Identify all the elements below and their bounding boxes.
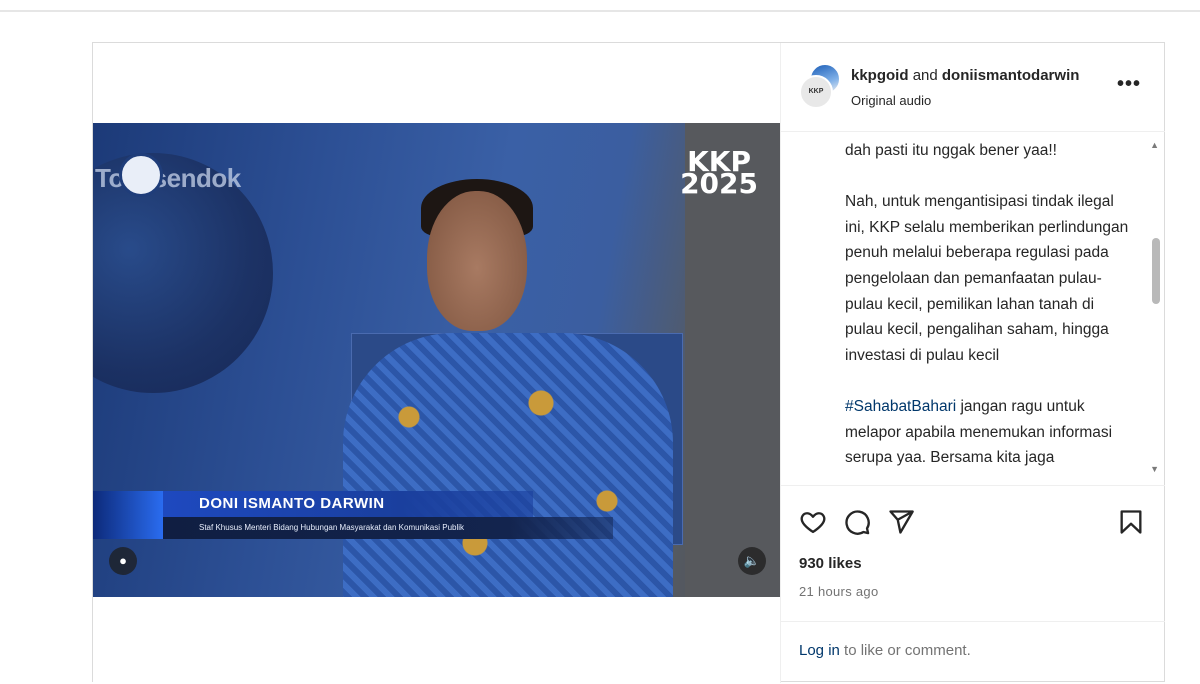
caption-paragraph-2: Nah, untuk mengantisipasi tindak ilegal … [845,193,1129,364]
post-sidebar: KKP kkpgoid and doniismantodarwin Origin… [780,43,1165,683]
login-text: Log in to like or comment. [799,642,971,659]
login-link[interactable]: Log in [799,642,840,659]
person-icon: ● [119,553,127,568]
post-timestamp[interactable]: 21 hours ago [799,584,879,599]
likes-count[interactable]: 930 likes [799,555,862,572]
caption-paragraph-3: #SahabatBahari jangan ragu untuk melapor… [845,397,1113,467]
caption-scrollbar-thumb[interactable] [1152,238,1160,304]
save-button[interactable] [1117,508,1145,536]
video-player[interactable]: Tol gsendok KKP 2025 DONI ISMANTO DARWIN… [93,123,780,597]
tagged-users-button[interactable]: ● [109,547,137,575]
speaker-head [427,191,527,331]
media-panel: Tol gsendok KKP 2025 DONI ISMANTO DARWIN… [93,43,780,683]
like-button[interactable] [799,508,827,536]
author-link-doniismantodarwin[interactable]: doniismantodarwin [942,67,1080,84]
instagram-post: Tol gsendok KKP 2025 DONI ISMANTO DARWIN… [92,42,1165,683]
lower-third-accent [93,491,163,539]
bookmark-icon [1120,510,1142,534]
share-button[interactable] [887,508,915,536]
caption-line-top: dah pasti itu nggak bener yaa!! [845,142,1057,159]
authors-connector: and [912,67,938,84]
speaker-icon: 🔈 [743,553,761,568]
speaker-title: Staf Khusus Menteri Bidang Hubungan Masy… [93,517,613,539]
paper-plane-icon [889,510,914,534]
collab-avatars[interactable]: KKP [799,63,841,109]
avatar-kkpgoid[interactable]: KKP [799,75,833,109]
more-options-button[interactable]: ••• [1117,73,1141,96]
audio-link[interactable]: Original audio [851,93,931,108]
post-authors: kkpgoid and doniismantodarwin [851,67,1079,84]
author-link-kkpgoid[interactable]: kkpgoid [851,67,909,84]
scroll-down-arrow-icon[interactable]: ▼ [1150,464,1159,474]
kkp-seal-icon [119,153,163,197]
heart-icon [800,512,826,534]
hashtag-link[interactable]: #SahabatBahari [845,398,956,415]
mute-button[interactable]: 🔈 [738,547,766,575]
lower-third-caption: DONI ISMANTO DARWIN Staf Khusus Menteri … [93,491,653,541]
tongsendok-brand: Tol gsendok [95,163,241,193]
action-bar [781,485,1165,556]
scroll-up-arrow-icon[interactable]: ▲ [1150,140,1159,150]
kkp-2025-logo: KKP 2025 [680,145,758,200]
top-divider [0,10,1200,12]
comment-bubble-icon [845,510,870,535]
comment-button[interactable] [843,508,871,536]
caption-scroll-area[interactable]: dah pasti itu nggak bener yaa!! Nah, unt… [781,132,1165,484]
speaker-batik-shirt [343,333,673,597]
caption-text: dah pasti itu nggak bener yaa!! Nah, unt… [845,138,1135,471]
post-header: KKP kkpgoid and doniismantodarwin Origin… [781,43,1165,132]
